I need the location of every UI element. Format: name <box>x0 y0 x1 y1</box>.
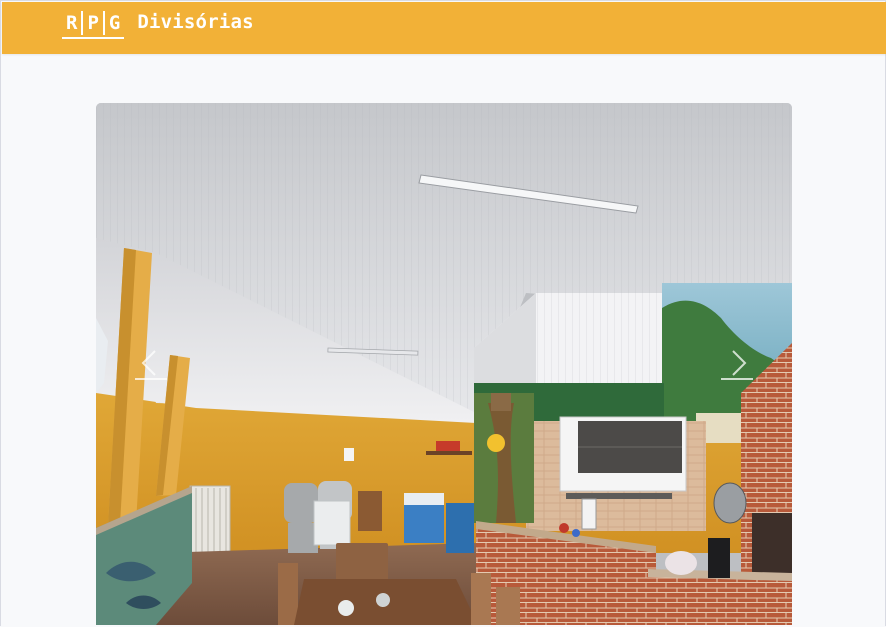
logo-letter-p: P <box>87 12 99 34</box>
carousel-prev-button[interactable] <box>111 303 191 423</box>
rpg-logo: R P G <box>62 11 125 39</box>
brand-name: Divisórias <box>137 11 254 33</box>
carousel-slide-photo <box>96 103 792 625</box>
image-carousel[interactable] <box>96 103 792 625</box>
logo-letter-r: R <box>66 12 78 34</box>
chevron-left-icon <box>135 350 167 380</box>
chevron-right-icon <box>721 350 753 380</box>
logo-letter-g: G <box>108 12 121 34</box>
carousel-next-button[interactable] <box>697 303 777 423</box>
brand-link[interactable]: R P G Divisórias <box>62 11 254 39</box>
site-header: R P G Divisórias <box>2 2 886 54</box>
